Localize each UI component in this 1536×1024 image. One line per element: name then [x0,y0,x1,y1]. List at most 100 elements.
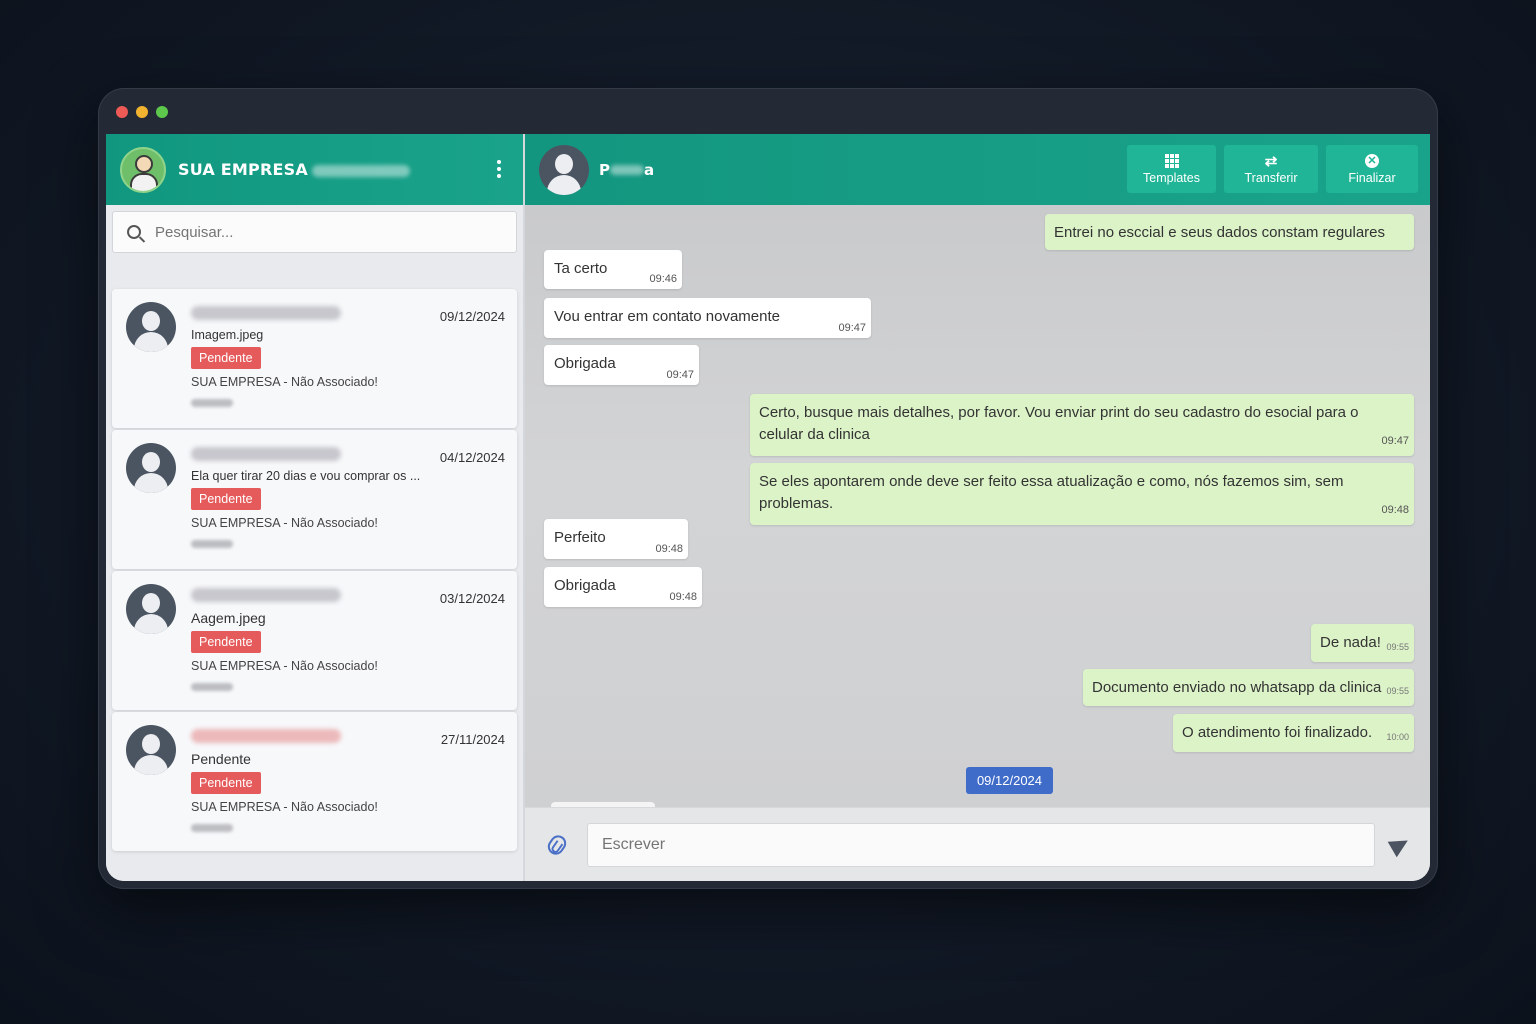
message-area[interactable]: Entrei no esccial e seus dados constam r… [525,205,1430,807]
blurred-agent-name [191,683,233,691]
message-text: Obrigada [554,577,616,594]
contact-name: Pa [599,161,654,179]
message-text: Ta certo [554,260,608,277]
message-text: Se eles apontarem onde deve ser feito es… [759,473,1344,512]
conversation-item[interactable]: 09/12/2024 Imagem.jpeg Pendente SUA EMPR… [112,289,517,428]
close-circle-icon: ✕ [1365,153,1379,169]
finish-label: Finalizar [1348,171,1396,185]
message-time: 09:47 [666,369,694,381]
status-badge: Pendente [191,347,261,369]
message-text: Documento enviado no whatsapp da clinica [1092,679,1382,696]
send-icon[interactable] [1387,832,1413,857]
company-name: SUA EMPRESA [178,160,410,179]
blurred-contact-name [191,588,341,602]
transfer-icon: ⇄ [1264,152,1278,170]
conversation-date: 27/11/2024 [440,732,505,747]
message-time: 09:48 [655,543,683,555]
message-outgoing: Certo, busque mais detalhes, por favor. … [750,394,1414,456]
conversation-item[interactable]: 03/12/2024 Aagem.jpeg Pendente SUA EMPRE… [112,571,517,710]
conversation-item[interactable]: 04/12/2024 Ela quer tirar 20 dias e vou … [112,430,517,569]
conversation-list: 09/12/2024 Imagem.jpeg Pendente SUA EMPR… [106,289,523,851]
message-time: 09:55 [1386,686,1409,696]
conversation-preview: Imagem.jpeg [191,328,264,342]
contact-avatar [126,302,176,352]
message-incoming: Ta certo 09:46 [544,250,682,289]
message-incoming: Perfeito 09:48 [544,519,688,559]
status-badge: Pendente [191,488,261,510]
conversation-date: 09/12/2024 [439,309,505,324]
message-text: Obrigada [554,355,616,372]
blurred-contact-name [191,447,341,461]
blurred-contact-name [191,306,341,320]
chat-actions: Templates ⇄ Transferir ✕ Finalizar [1127,145,1418,193]
message-outgoing: O atendimento foi finalizado. 10:00 [1173,714,1414,752]
partial-message [551,802,655,807]
chat-header: Pa Templates ⇄ Transferir ✕ Finalizar [525,134,1430,205]
minimize-window-button[interactable] [136,106,148,118]
message-text: O atendimento foi finalizado. [1182,724,1373,741]
company-avatar[interactable] [120,146,166,193]
conversation-date: 04/12/2024 [439,450,505,465]
search-icon [127,225,141,239]
date-separator: 09/12/2024 [966,767,1053,794]
message-time: 09:47 [838,322,866,334]
contact-avatar [126,725,176,775]
blurred-company-suffix [311,164,410,177]
conversation-sidebar: SUA EMPRESA 09/12/2024 Imagem.jpeg Pende… [106,134,525,881]
conversation-date: 03/12/2024 [439,591,505,606]
message-input[interactable] [587,822,1375,867]
templates-label: Templates [1143,171,1200,185]
transfer-label: Transferir [1244,171,1298,185]
conversation-preview: Aagem.jpeg [191,610,266,626]
templates-button[interactable]: Templates [1127,145,1216,193]
blurred-agent-name [191,540,233,548]
finish-button[interactable]: ✕ Finalizar [1326,145,1418,193]
close-window-button[interactable] [116,106,128,118]
conversation-company: SUA EMPRESA - Não Associado! [191,516,378,530]
blurred-agent-name [191,399,233,407]
maximize-window-button[interactable] [156,106,168,118]
message-text: Perfeito [554,529,606,546]
message-outgoing: Documento enviado no whatsapp da clinica… [1083,669,1414,706]
contact-avatar [126,584,176,634]
paperclip-icon[interactable] [544,831,570,858]
message-text: Vou entrar em contato novamente [554,308,780,325]
conversation-company: SUA EMPRESA - Não Associado! [191,659,378,673]
message-time: 09:48 [1381,504,1409,516]
conversation-item[interactable]: 27/11/2024 Pendente Pendente SUA EMPRESA… [112,712,517,851]
sidebar-header: SUA EMPRESA [106,134,523,205]
contact-avatar[interactable] [539,144,589,195]
transfer-button[interactable]: ⇄ Transferir [1224,145,1318,193]
message-text: Certo, busque mais detalhes, por favor. … [759,404,1359,443]
status-badge: Pendente [191,631,261,653]
message-text: De nada! [1320,634,1381,651]
search-input[interactable] [155,223,495,241]
app-window: SUA EMPRESA 09/12/2024 Imagem.jpeg Pende… [98,88,1438,889]
message-text: Entrei no esccial e seus dados constam r… [1054,224,1386,241]
message-incoming: Obrigada 09:47 [544,345,699,385]
contact-avatar [126,443,176,493]
contact-name-suffix: a [644,160,655,179]
more-options-icon[interactable] [497,160,503,178]
search-box [112,211,517,253]
message-time: 10:00 [1386,732,1409,742]
message-outgoing: Entrei no esccial e seus dados constam r… [1045,214,1414,250]
message-outgoing: De nada! 09:55 [1311,624,1414,662]
message-time: 09:55 [1386,642,1409,652]
grid-icon [1164,153,1179,169]
conversation-company: SUA EMPRESA - Não Associado! [191,375,378,389]
chat-app: SUA EMPRESA 09/12/2024 Imagem.jpeg Pende… [106,134,1430,881]
contact-name-initial: P [599,160,610,179]
message-incoming: Obrigada 09:48 [544,567,702,607]
blurred-agent-name [191,824,233,832]
message-time: 09:46 [649,273,677,285]
message-time: 09:48 [669,591,697,603]
blurred-contact-name [191,729,341,743]
message-time: 09:47 [1381,435,1409,447]
conversation-preview: Pendente [191,751,251,767]
message-composer [525,807,1430,881]
window-controls [116,106,168,118]
chat-panel: Pa Templates ⇄ Transferir ✕ Finalizar En… [525,134,1430,881]
company-name-text: SUA EMPRESA [178,160,308,179]
status-badge: Pendente [191,772,261,794]
